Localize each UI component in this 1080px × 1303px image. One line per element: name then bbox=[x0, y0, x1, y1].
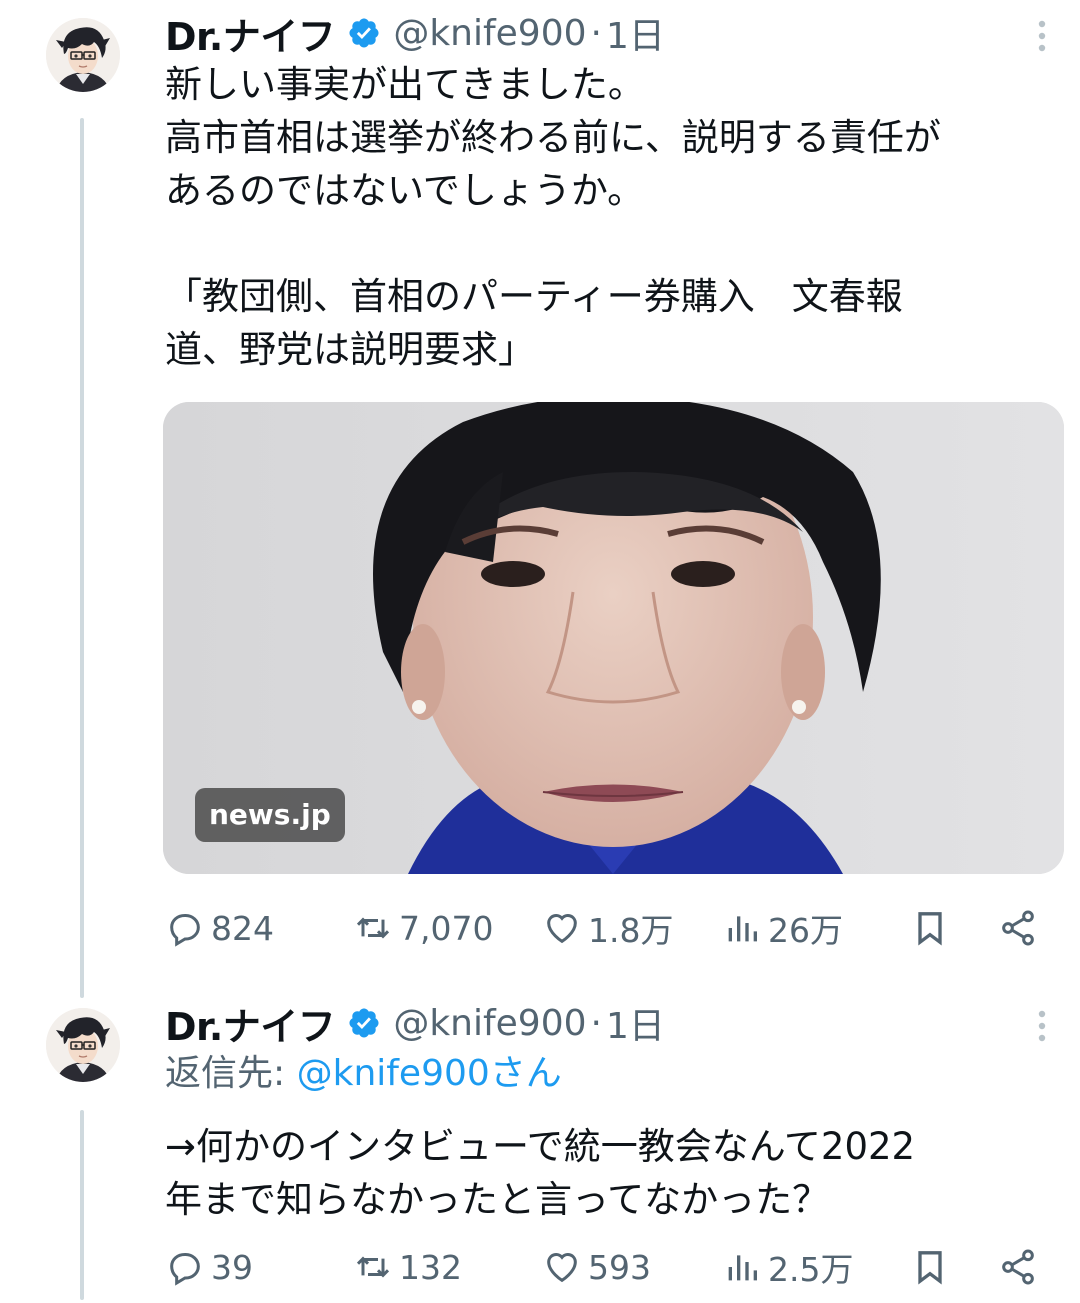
like-count: 1.8万 bbox=[588, 911, 674, 950]
action-bar: 39 132 593 2.5万 bbox=[165, 1237, 1050, 1297]
separator-dot: · bbox=[590, 12, 602, 54]
tweet-header: Dr.ナイフ @knife900 · 1日 bbox=[165, 996, 1020, 1051]
reply-to-label: 返信先: bbox=[165, 1053, 286, 1094]
author-name[interactable]: Dr.ナイフ bbox=[165, 6, 336, 61]
tweet[interactable]: Dr.ナイフ @knife900 · 1日 新しい事実が出てきました。 高市首相… bbox=[0, 0, 1080, 998]
author-name[interactable]: Dr.ナイフ bbox=[165, 996, 336, 1051]
retweet-count: 7,070 bbox=[399, 908, 494, 948]
avatar[interactable] bbox=[46, 1008, 120, 1082]
retweet-count: 132 bbox=[399, 1247, 462, 1287]
views-button[interactable]: 2.5万 bbox=[722, 1237, 853, 1297]
verified-badge-icon bbox=[349, 18, 379, 48]
tweet-text: 新しい事実が出てきました。 高市首相は選挙が終わる前に、説明する責任が あるので… bbox=[165, 63, 941, 371]
bookmark-button[interactable] bbox=[910, 1237, 956, 1297]
tweet-header: Dr.ナイフ @knife900 · 1日 bbox=[165, 6, 1020, 61]
like-button[interactable]: 593 bbox=[542, 1237, 651, 1297]
reply-count: 824 bbox=[211, 908, 274, 948]
heart-icon bbox=[547, 914, 577, 944]
author-handle[interactable]: @knife900 bbox=[393, 1003, 586, 1044]
like-button[interactable]: 1.8万 bbox=[542, 898, 673, 958]
separator-dot: · bbox=[590, 1002, 602, 1044]
views-icon bbox=[728, 916, 757, 942]
source-badge: news.jp bbox=[195, 788, 345, 842]
retweet-icon bbox=[356, 917, 390, 939]
verified-badge-icon bbox=[349, 1008, 379, 1038]
retweet-icon bbox=[356, 1256, 390, 1278]
share-button[interactable] bbox=[998, 1237, 1044, 1297]
views-icon bbox=[728, 1255, 757, 1281]
share-button[interactable] bbox=[998, 898, 1044, 958]
timestamp[interactable]: 1日 bbox=[606, 7, 665, 59]
bookmark-icon bbox=[918, 912, 942, 946]
bookmark-button[interactable] bbox=[910, 898, 956, 958]
action-bar: 824 7,070 1.8万 26万 bbox=[165, 898, 1050, 958]
tweet-text: →何かのインタビューで統一教会なんて2022 年まで知らなかったと言ってなかった… bbox=[165, 1125, 916, 1221]
timestamp[interactable]: 1日 bbox=[606, 997, 665, 1049]
retweet-button[interactable]: 132 bbox=[353, 1237, 462, 1297]
reply-icon bbox=[170, 914, 200, 947]
avatar[interactable] bbox=[46, 18, 120, 92]
share-icon bbox=[1002, 1249, 1034, 1285]
more-vertical-icon[interactable] bbox=[1030, 16, 1054, 56]
tweet-thread: Dr.ナイフ @knife900 · 1日 新しい事実が出てきました。 高市首相… bbox=[0, 0, 1080, 1303]
bookmark-icon bbox=[918, 1251, 942, 1285]
views-count: 2.5万 bbox=[768, 1250, 854, 1289]
reply-icon bbox=[170, 1253, 200, 1286]
retweet-button[interactable]: 7,070 bbox=[353, 898, 493, 958]
like-count: 593 bbox=[588, 1247, 651, 1287]
media-card[interactable]: news.jp bbox=[163, 402, 1064, 874]
thread-connector-line bbox=[80, 118, 84, 998]
views-button[interactable]: 26万 bbox=[722, 898, 843, 958]
thread-connector-line bbox=[80, 1110, 84, 1300]
views-count: 26万 bbox=[768, 911, 843, 950]
tweet[interactable]: Dr.ナイフ @knife900 · 1日 返信先: @knife900さん →… bbox=[0, 990, 1080, 1303]
share-icon bbox=[1002, 910, 1034, 946]
reply-to-line: 返信先: @knife900さん bbox=[165, 1047, 562, 1100]
reply-count: 39 bbox=[211, 1247, 253, 1287]
more-vertical-icon[interactable] bbox=[1030, 1006, 1054, 1046]
author-handle[interactable]: @knife900 bbox=[393, 13, 586, 54]
reply-button[interactable]: 824 bbox=[165, 898, 274, 958]
heart-icon bbox=[547, 1253, 577, 1283]
reply-button[interactable]: 39 bbox=[165, 1237, 253, 1297]
reply-to-mention[interactable]: @knife900さん bbox=[297, 1053, 562, 1094]
